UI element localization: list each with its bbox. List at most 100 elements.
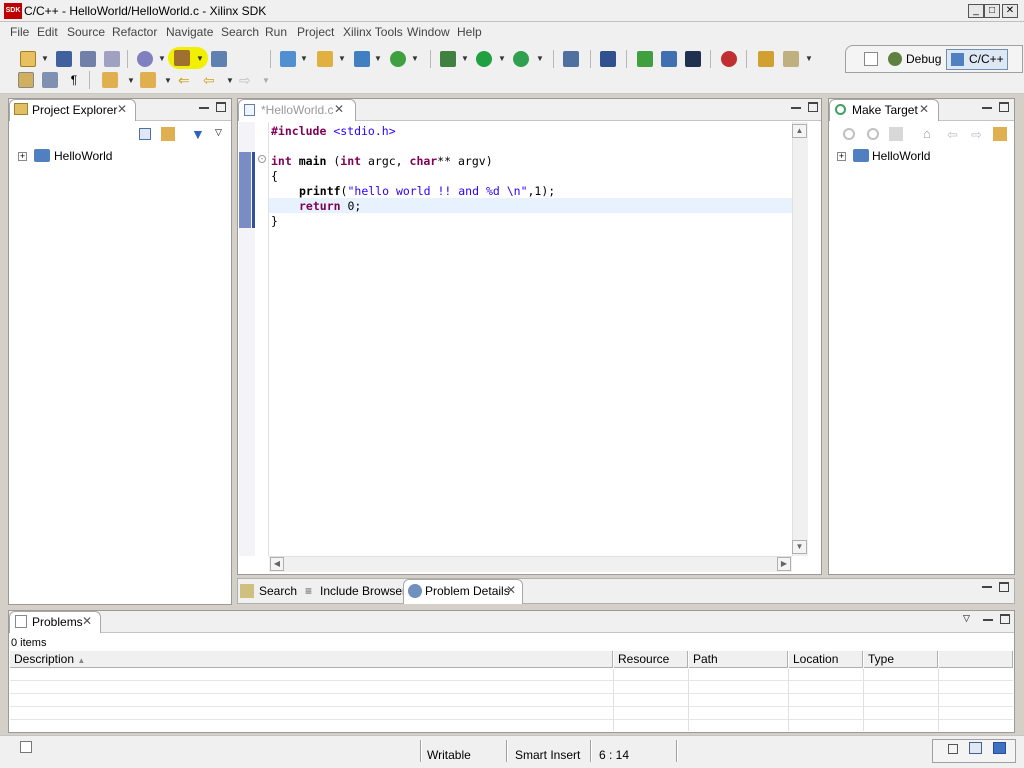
add-target-icon[interactable] bbox=[867, 128, 879, 140]
collapse-all-icon[interactable] bbox=[139, 128, 151, 140]
scroll-left-icon[interactable]: ◀ bbox=[270, 557, 284, 571]
toggle-mark-icon[interactable] bbox=[18, 72, 34, 88]
tab-search[interactable]: Search bbox=[259, 584, 297, 598]
close-icon[interactable]: ✕ bbox=[334, 102, 344, 116]
binary-icon[interactable] bbox=[211, 51, 227, 67]
tree-item-helloworld[interactable]: HelloWorld bbox=[54, 149, 112, 163]
restore-icon[interactable] bbox=[948, 744, 958, 754]
build-config-icon[interactable] bbox=[137, 51, 153, 67]
new-icon[interactable] bbox=[20, 51, 36, 67]
forward-icon[interactable]: ⇨ bbox=[971, 127, 982, 143]
minimize-icon[interactable] bbox=[199, 107, 209, 109]
new-folder-icon[interactable] bbox=[317, 51, 333, 67]
column-description[interactable]: Description ▲ bbox=[10, 651, 613, 668]
minimize-icon[interactable] bbox=[983, 619, 993, 621]
menu-source[interactable]: Source bbox=[67, 25, 105, 39]
column-resource[interactable]: Resource bbox=[614, 651, 688, 668]
tab-include-browser[interactable]: Include Browser bbox=[320, 584, 406, 598]
menu-help[interactable]: Help bbox=[457, 25, 482, 39]
column-location[interactable]: Location bbox=[789, 651, 863, 668]
chevron-down-icon[interactable]: ▼ bbox=[536, 54, 544, 63]
column-path[interactable]: Path bbox=[689, 651, 788, 668]
maximize-icon[interactable] bbox=[999, 102, 1009, 112]
column-type[interactable]: Type bbox=[864, 651, 938, 668]
new-project-icon[interactable] bbox=[280, 51, 296, 67]
code-line-7[interactable]: } bbox=[271, 214, 278, 228]
maximize-icon[interactable] bbox=[1000, 614, 1010, 624]
pencil-icon[interactable] bbox=[783, 51, 799, 67]
edit-target-icon[interactable] bbox=[889, 127, 903, 141]
chevron-down-icon[interactable]: ▼ bbox=[338, 54, 346, 63]
chevron-down-icon[interactable]: ▼ bbox=[164, 76, 172, 85]
save-icon[interactable] bbox=[56, 51, 72, 67]
build-target-icon[interactable] bbox=[843, 128, 855, 140]
expand-icon[interactable]: + bbox=[18, 152, 27, 161]
previous-annotation-icon[interactable] bbox=[140, 72, 156, 88]
menu-run[interactable]: Run bbox=[265, 25, 287, 39]
code-line-4[interactable]: { bbox=[271, 169, 278, 183]
debug-icon[interactable] bbox=[440, 51, 456, 67]
hide-targets-icon[interactable] bbox=[993, 127, 1007, 141]
chevron-down-icon[interactable]: ▼ bbox=[127, 76, 135, 85]
chevron-down-icon[interactable]: ▼ bbox=[196, 54, 204, 63]
horizontal-scrollbar[interactable] bbox=[269, 556, 792, 572]
code-line-1[interactable]: #include <stdio.h> bbox=[271, 124, 396, 138]
open-perspective-icon[interactable] bbox=[864, 52, 878, 66]
show-whitespace-icon[interactable]: ¶ bbox=[66, 72, 82, 88]
run-icon[interactable] bbox=[476, 51, 492, 67]
scroll-right-icon[interactable]: ▶ bbox=[777, 557, 791, 571]
console-icon[interactable] bbox=[600, 51, 616, 67]
chevron-down-icon[interactable]: ▼ bbox=[41, 54, 49, 63]
menu-file[interactable]: File bbox=[10, 25, 29, 39]
maximize-icon[interactable] bbox=[808, 102, 818, 112]
link-editor-icon[interactable] bbox=[161, 127, 175, 141]
chevron-down-icon[interactable]: ▼ bbox=[411, 54, 419, 63]
forward-icon[interactable]: ⇨ bbox=[239, 72, 255, 88]
chevron-down-icon[interactable]: ▼ bbox=[226, 76, 234, 85]
program-fpga-icon[interactable] bbox=[661, 51, 677, 67]
perspective-cpp[interactable]: C/C++ bbox=[969, 49, 1004, 69]
chevron-down-icon[interactable]: ▼ bbox=[805, 54, 813, 63]
xilinx-icon[interactable] bbox=[721, 51, 737, 67]
chevron-down-icon[interactable]: ▼ bbox=[158, 54, 166, 63]
minimize-icon[interactable] bbox=[791, 107, 801, 109]
menu-edit[interactable]: Edit bbox=[37, 25, 58, 39]
hardware-icon[interactable] bbox=[637, 51, 653, 67]
perspective-debug[interactable]: Debug bbox=[906, 49, 941, 69]
console-view-icon[interactable] bbox=[993, 742, 1006, 754]
hammer-icon[interactable] bbox=[174, 50, 190, 66]
chevron-down-icon[interactable]: ▼ bbox=[262, 76, 270, 85]
close-icon[interactable]: ✕ bbox=[82, 614, 92, 628]
code-line-6[interactable]: return 0; bbox=[299, 199, 361, 213]
maximize-icon[interactable] bbox=[999, 582, 1009, 592]
new-source-icon[interactable] bbox=[354, 51, 370, 67]
vertical-scrollbar[interactable] bbox=[792, 122, 808, 556]
tab-problem-details[interactable]: Problem Details bbox=[425, 584, 510, 598]
code-line-5[interactable]: printf("hello world !! and %d \n",1); bbox=[299, 184, 555, 198]
skip-breakpoints-icon[interactable] bbox=[563, 51, 579, 67]
last-edit-icon[interactable]: ⇐ bbox=[178, 72, 194, 88]
minimize-button[interactable]: _ bbox=[968, 4, 984, 18]
terminal-icon[interactable] bbox=[685, 51, 701, 67]
home-icon[interactable]: ⌂ bbox=[923, 127, 937, 141]
chevron-down-icon[interactable]: ▼ bbox=[374, 54, 382, 63]
open-folder-icon[interactable] bbox=[758, 51, 774, 67]
save-all-icon[interactable] bbox=[80, 51, 96, 67]
menu-window[interactable]: Window bbox=[407, 25, 450, 39]
close-button[interactable]: ✕ bbox=[1002, 4, 1018, 18]
code-line-3[interactable]: int main (int argc, char** argv) bbox=[271, 154, 493, 168]
menu-navigate[interactable]: Navigate bbox=[166, 25, 213, 39]
maximize-icon[interactable] bbox=[216, 102, 226, 112]
minimize-icon[interactable] bbox=[982, 586, 992, 588]
menu-project[interactable]: Project bbox=[297, 25, 334, 39]
close-icon[interactable]: ✕ bbox=[506, 583, 516, 597]
chevron-down-icon[interactable]: ▼ bbox=[498, 54, 506, 63]
view-menu-icon[interactable]: ▽ bbox=[963, 613, 970, 624]
maximize-button[interactable]: □ bbox=[984, 4, 1000, 18]
tree-item-helloworld[interactable]: HelloWorld bbox=[872, 149, 930, 163]
external-tools-icon[interactable] bbox=[513, 51, 529, 67]
close-icon[interactable]: ✕ bbox=[117, 102, 127, 116]
back-icon[interactable]: ⇦ bbox=[203, 72, 219, 88]
new-class-icon[interactable] bbox=[390, 51, 406, 67]
expand-icon[interactable]: + bbox=[837, 152, 846, 161]
